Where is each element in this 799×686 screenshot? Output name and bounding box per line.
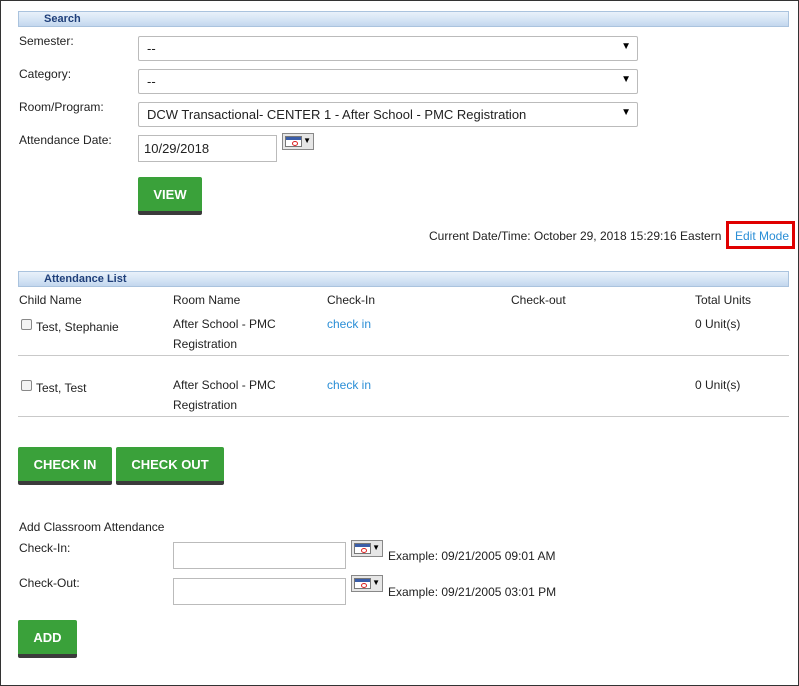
room-name-line2: Registration: [173, 337, 238, 351]
edit-mode-link[interactable]: Edit Mode: [735, 229, 789, 243]
chevron-down-icon: ▼: [372, 543, 380, 552]
semester-label: Semester:: [19, 34, 74, 48]
total-units: 0 Unit(s): [695, 317, 741, 331]
classroom-check-out-example: Example: 09/21/2005 03:01 PM: [388, 585, 557, 599]
check-out-button[interactable]: CHECK OUT: [116, 447, 224, 485]
chevron-down-icon: ▼: [621, 41, 631, 52]
classroom-check-in-calendar-button[interactable]: ▼: [351, 540, 383, 557]
child-name: Test, Stephanie: [36, 320, 119, 334]
column-header-child-name: Child Name: [19, 293, 82, 307]
room-program-select-value: DCW Transactional- CENTER 1 - After Scho…: [147, 107, 527, 122]
classroom-check-in-input[interactable]: [173, 542, 346, 569]
current-datetime: Current Date/Time: October 29, 2018 15:2…: [429, 229, 722, 243]
chevron-down-icon: ▼: [621, 74, 631, 85]
row-select-checkbox[interactable]: [21, 380, 32, 391]
column-header-room-name: Room Name: [173, 293, 241, 307]
row-divider: [18, 416, 789, 417]
semester-select-value: --: [147, 41, 156, 56]
classroom-check-in-example: Example: 09/21/2005 09:01 AM: [388, 549, 556, 563]
column-header-check-in: Check-In: [327, 293, 376, 307]
search-header-title: Search: [44, 13, 81, 25]
attendance-date-calendar-button[interactable]: ▼: [282, 133, 314, 150]
classroom-check-out-label: Check-Out:: [19, 576, 80, 590]
category-select[interactable]: -- ▼: [138, 69, 638, 94]
category-label: Category:: [19, 67, 72, 81]
search-section-header: Search: [18, 11, 789, 27]
check-in-button[interactable]: CHECK IN: [18, 447, 112, 485]
classroom-attendance-title: Add Classroom Attendance: [19, 520, 165, 534]
category-select-value: --: [147, 74, 156, 89]
attendance-section-header: Attendance List: [18, 271, 789, 287]
attendance-header-title: Attendance List: [44, 273, 127, 285]
semester-select[interactable]: -- ▼: [138, 36, 638, 61]
column-header-total-units: Total Units: [695, 293, 752, 307]
check-in-link[interactable]: check in: [327, 314, 371, 334]
view-button[interactable]: VIEW: [138, 177, 202, 215]
check-in-link[interactable]: check in: [327, 375, 371, 395]
classroom-check-out-calendar-button[interactable]: ▼: [351, 575, 383, 592]
attendance-date-label: Attendance Date:: [19, 133, 112, 147]
row-select-checkbox[interactable]: [21, 319, 32, 330]
column-header-check-out: Check-out: [511, 293, 566, 307]
room-program-select[interactable]: DCW Transactional- CENTER 1 - After Scho…: [138, 102, 638, 127]
attendance-date-value: 10/29/2018: [144, 141, 210, 156]
room-name-line1: After School - PMC: [173, 378, 276, 392]
room-name-line2: Registration: [173, 398, 238, 412]
child-name: Test, Test: [36, 381, 87, 395]
chevron-down-icon: ▼: [621, 107, 631, 118]
calendar-icon: [354, 578, 371, 589]
row-divider: [18, 355, 789, 356]
calendar-icon: [354, 543, 371, 554]
room-program-label: Room/Program:: [19, 100, 104, 114]
chevron-down-icon: ▼: [372, 578, 380, 587]
classroom-check-in-label: Check-In:: [19, 541, 71, 555]
classroom-check-out-input[interactable]: [173, 578, 346, 605]
total-units: 0 Unit(s): [695, 378, 741, 392]
attendance-date-input[interactable]: 10/29/2018: [138, 135, 277, 162]
add-button[interactable]: ADD: [18, 620, 77, 658]
room-name-line1: After School - PMC: [173, 317, 276, 331]
calendar-icon: [285, 136, 302, 147]
chevron-down-icon: ▼: [303, 136, 311, 145]
